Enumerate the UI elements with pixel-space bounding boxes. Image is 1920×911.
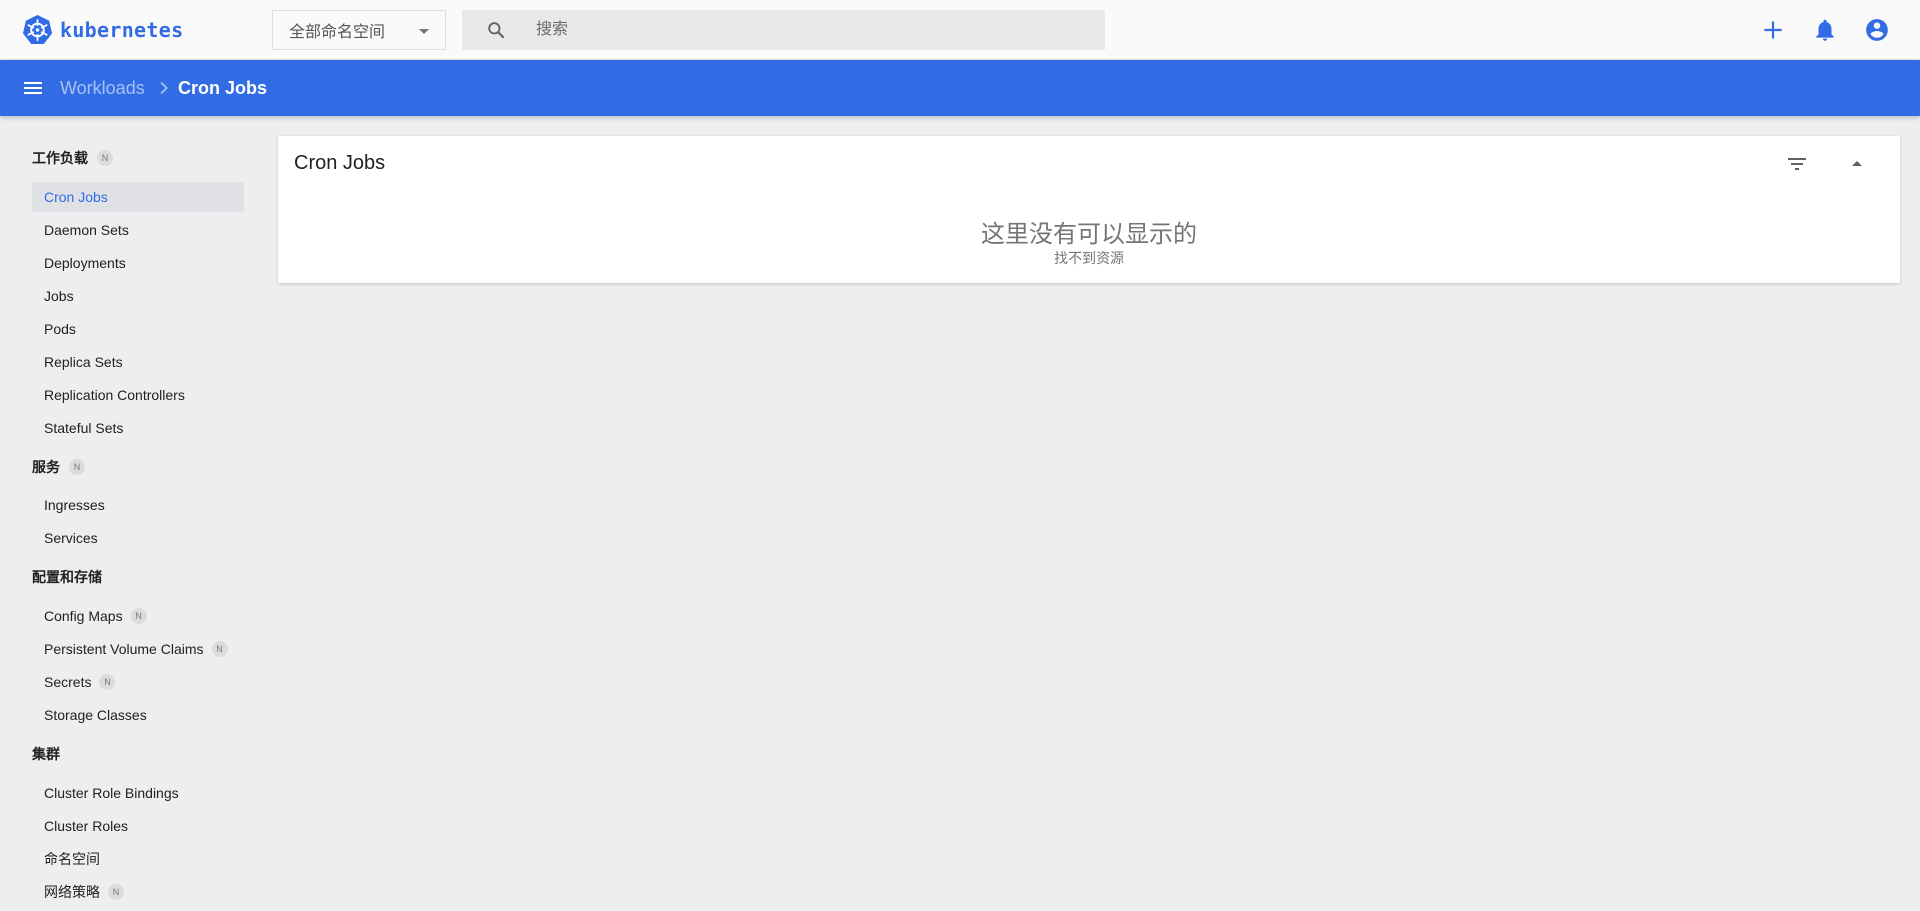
sidebar-item-label: Stateful Sets bbox=[44, 420, 124, 436]
sidebar-item-cluster-role-bindings[interactable]: Cluster Role Bindings bbox=[32, 778, 244, 808]
sidebar-item-pods[interactable]: Pods bbox=[32, 314, 244, 344]
sidebar-item-label: Deployments bbox=[44, 255, 126, 271]
sidebar-item-label: Cron Jobs bbox=[44, 189, 108, 205]
sidebar-item-label: Pods bbox=[44, 321, 76, 337]
menu-icon[interactable] bbox=[21, 76, 45, 100]
sidebar-section-services[interactable]: 服务 N bbox=[32, 457, 85, 477]
dropdown-arrow-icon bbox=[419, 29, 429, 34]
sidebar-section-title: 配置和存储 bbox=[32, 569, 102, 585]
sidebar-section-config-storage[interactable]: 配置和存储 bbox=[32, 567, 102, 587]
sidebar-item-replication-controllers[interactable]: Replication Controllers bbox=[32, 380, 244, 410]
namespaced-badge: N bbox=[97, 150, 113, 166]
kubernetes-logo-icon bbox=[22, 14, 53, 45]
namespaced-badge: N bbox=[99, 674, 116, 690]
search-input[interactable] bbox=[536, 10, 1096, 50]
sidebar-item-label: 网络策略 bbox=[44, 884, 100, 900]
sidebar-item-label: Persistent Volume Claims bbox=[44, 641, 204, 657]
sidebar-item-config-maps[interactable]: Config Maps N bbox=[32, 601, 244, 631]
sidebar-item-ingresses[interactable]: Ingresses bbox=[32, 490, 244, 520]
namespaced-badge: N bbox=[69, 459, 85, 475]
sidebar-item-network-policies[interactable]: 网络策略 N bbox=[32, 877, 244, 907]
search-bar bbox=[462, 10, 1105, 50]
nav-bar: Workloads Cron Jobs bbox=[0, 60, 1920, 116]
breadcrumb-current: Cron Jobs bbox=[178, 78, 268, 98]
kubernetes-logo[interactable]: kubernetes bbox=[22, 14, 183, 45]
sidebar-item-label: 命名空间 bbox=[44, 851, 100, 867]
brand-name: kubernetes bbox=[60, 17, 184, 42]
namespaced-badge: N bbox=[211, 641, 228, 657]
namespaced-badge: N bbox=[130, 608, 147, 624]
namespace-select-value: 全部命名空间 bbox=[289, 24, 386, 41]
sidebar-item-label: Config Maps bbox=[44, 608, 123, 624]
sidebar-section-title: 工作负载 bbox=[32, 150, 88, 166]
sidebar-section-workloads[interactable]: 工作负载 N bbox=[32, 148, 113, 168]
top-bar: kubernetes 全部命名空间 bbox=[0, 0, 1920, 60]
namespaced-badge: N bbox=[108, 884, 124, 900]
breadcrumb-workloads[interactable]: Workloads bbox=[60, 77, 145, 99]
sidebar-item-label: Jobs bbox=[44, 288, 74, 304]
sidebar-section-title: 服务 bbox=[32, 459, 60, 475]
card-title: Cron Jobs bbox=[294, 152, 386, 174]
sidebar-section-title: 集群 bbox=[32, 746, 60, 762]
sidebar-item-deployments[interactable]: Deployments bbox=[32, 248, 244, 278]
sidebar-item-persistent-volume-claims[interactable]: Persistent Volume Claims N bbox=[32, 634, 244, 664]
filter-icon[interactable] bbox=[1785, 152, 1809, 176]
sidebar-item-cluster-roles[interactable]: Cluster Roles bbox=[32, 811, 244, 841]
sidebar-item-label: Secrets bbox=[44, 674, 92, 690]
collapse-arrow-icon[interactable] bbox=[1845, 152, 1869, 176]
sidebar-item-label: Cluster Roles bbox=[44, 818, 129, 834]
sidebar-item-secrets[interactable]: Secrets N bbox=[32, 667, 244, 697]
chevron-right-icon bbox=[160, 81, 168, 95]
sidebar-item-label: Cluster Role Bindings bbox=[44, 785, 179, 801]
sidebar-item-label: Ingresses bbox=[44, 497, 105, 513]
bell-icon[interactable] bbox=[1812, 17, 1838, 43]
sidebar-item-label: Services bbox=[44, 530, 98, 546]
sidebar-item-cron-jobs[interactable]: Cron Jobs bbox=[32, 182, 244, 212]
sidebar-item-jobs[interactable]: Jobs bbox=[32, 281, 244, 311]
cron-jobs-card: Cron Jobs 这里没有可以显示的 找不到资源 bbox=[278, 136, 1900, 283]
sidebar-item-services[interactable]: Services bbox=[32, 523, 244, 553]
empty-state-title: 这里没有可以显示的 bbox=[981, 221, 1197, 248]
sidebar-item-label: Replica Sets bbox=[44, 354, 123, 370]
sidebar-item-label: Daemon Sets bbox=[44, 222, 129, 238]
sidebar-item-replica-sets[interactable]: Replica Sets bbox=[32, 347, 244, 377]
sidebar-item-storage-classes[interactable]: Storage Classes bbox=[32, 700, 244, 730]
sidebar-item-label: Storage Classes bbox=[44, 707, 147, 723]
sidebar-item-stateful-sets[interactable]: Stateful Sets bbox=[32, 413, 244, 443]
account-icon[interactable] bbox=[1864, 17, 1890, 43]
sidebar: 工作负载 N Cron Jobs Daemon Sets Deployments… bbox=[0, 116, 260, 911]
sidebar-item-label: Replication Controllers bbox=[44, 387, 185, 403]
sidebar-item-daemon-sets[interactable]: Daemon Sets bbox=[32, 215, 244, 245]
sidebar-item-namespaces[interactable]: 命名空间 bbox=[32, 844, 244, 874]
namespace-select[interactable]: 全部命名空间 bbox=[272, 10, 446, 50]
search-icon bbox=[488, 22, 505, 39]
empty-state-subtitle: 找不到资源 bbox=[1054, 250, 1124, 266]
sidebar-section-cluster[interactable]: 集群 bbox=[32, 744, 60, 764]
plus-icon[interactable] bbox=[1760, 17, 1786, 43]
